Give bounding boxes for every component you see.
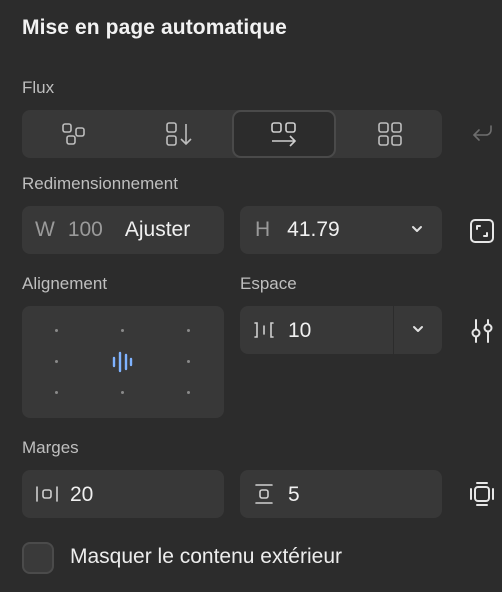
alignment-label: Alignement <box>22 274 108 293</box>
vertical-padding-field[interactable]: 5 <box>240 470 442 518</box>
width-field[interactable]: W 100 Ajuster <box>22 206 224 254</box>
sliders-icon[interactable] <box>469 318 495 344</box>
spacing-divider <box>393 306 394 354</box>
flux-option-grid[interactable] <box>338 110 441 158</box>
margins-label: Marges <box>22 438 79 457</box>
width-prefix: W <box>35 218 55 241</box>
flux-label: Flux <box>22 78 55 97</box>
panel-title: Mise en page automatique <box>22 16 287 39</box>
spacing-value[interactable]: 10 <box>288 319 311 343</box>
horizontal-padding-icon <box>35 484 59 504</box>
spacing-label: Espace <box>240 274 297 293</box>
alignment-grid[interactable] <box>22 306 224 418</box>
width-value[interactable]: 100 <box>68 218 103 242</box>
freeform-layout-icon <box>61 122 87 146</box>
horizontal-stack-icon <box>269 121 299 147</box>
grid-layout-icon <box>377 121 403 147</box>
flux-segmented-control <box>22 110 442 158</box>
align-middle-right[interactable] <box>187 360 190 363</box>
clip-content-label[interactable]: Masquer le contenu extérieur <box>70 545 342 569</box>
horizontal-gap-icon <box>253 320 275 340</box>
spacing-field[interactable]: 10 <box>240 306 442 354</box>
align-bottom-center[interactable] <box>121 391 124 394</box>
align-top-left[interactable] <box>55 329 58 332</box>
align-top-center[interactable] <box>121 329 124 332</box>
height-value[interactable]: 41.79 <box>287 218 340 242</box>
horizontal-padding-value[interactable]: 20 <box>70 483 93 507</box>
resize-corners-icon[interactable] <box>469 218 495 244</box>
wrap-arrow-icon[interactable] <box>470 121 494 145</box>
align-center-icon[interactable] <box>111 351 133 373</box>
flux-option-vertical[interactable] <box>127 110 230 158</box>
height-prefix: H <box>255 218 271 241</box>
align-bottom-right[interactable] <box>187 391 190 394</box>
chevron-down-icon[interactable] <box>411 324 425 336</box>
vertical-padding-value[interactable]: 5 <box>288 483 300 507</box>
width-mode[interactable]: Ajuster <box>125 218 190 242</box>
align-middle-left[interactable] <box>55 360 58 363</box>
clip-content-checkbox[interactable] <box>22 542 54 574</box>
horizontal-padding-field[interactable]: 20 <box>22 470 224 518</box>
height-field[interactable]: H 41.79 <box>240 206 442 254</box>
vertical-padding-icon <box>253 483 275 505</box>
individual-padding-icon[interactable] <box>469 481 495 507</box>
resize-label: Redimensionnement <box>22 174 178 193</box>
flux-option-horizontal[interactable] <box>232 110 336 158</box>
chevron-down-icon[interactable] <box>410 224 424 236</box>
flux-option-freeform[interactable] <box>22 110 125 158</box>
vertical-stack-icon <box>165 121 193 147</box>
align-top-right[interactable] <box>187 329 190 332</box>
align-bottom-left[interactable] <box>55 391 58 394</box>
